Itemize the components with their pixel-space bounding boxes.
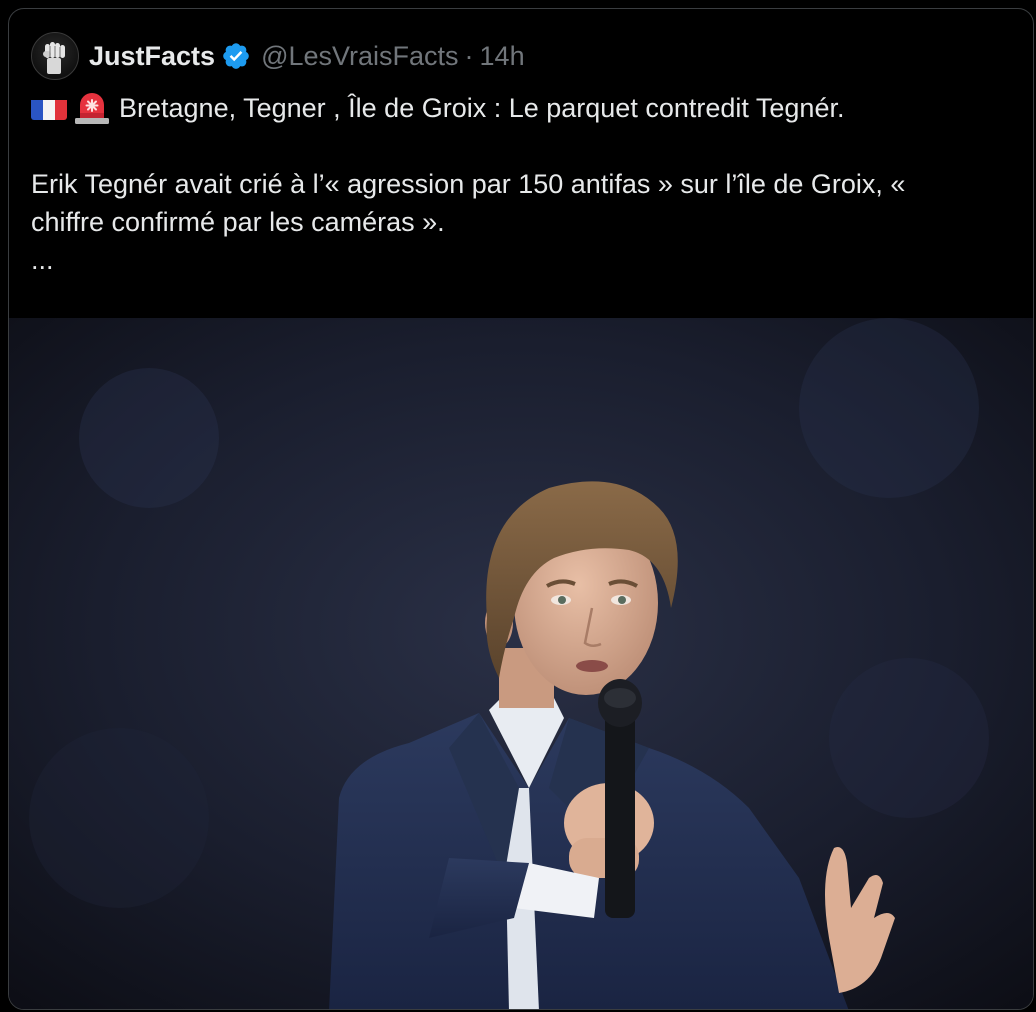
separator-dot: · [464, 40, 474, 71]
speaker-photo [9, 318, 1033, 1009]
avatar[interactable] [31, 32, 79, 80]
tweet-text-line-2: Erik Tegnér avait crié à l’« agression p… [31, 169, 906, 199]
tweet-text-line-1: Bretagne, Tegner , Île de Groix : Le par… [31, 89, 1021, 127]
display-name[interactable]: JustFacts [89, 41, 215, 72]
raised-fist-icon [43, 42, 65, 74]
tweet-text-headline: Bretagne, Tegner , Île de Groix : Le par… [119, 93, 845, 123]
tweet-text: Bretagne, Tegner , Île de Groix : Le par… [31, 89, 1021, 279]
timestamp[interactable]: 14h [480, 41, 525, 72]
tweet-header: JustFacts @LesVraisFacts · 14h [31, 31, 525, 81]
author-handle[interactable]: @LesVraisFacts [261, 41, 458, 72]
tweet-photo[interactable] [9, 318, 1033, 1009]
tweet-text-ellipsis[interactable]: ... [31, 241, 1021, 279]
tweet-card[interactable]: JustFacts @LesVraisFacts · 14h Bretagne,… [8, 8, 1034, 1010]
tweet-text-line-3: chiffre confirmé par les caméras ». [31, 207, 445, 237]
french-flag-icon [31, 96, 67, 120]
rotating-light-icon [73, 91, 111, 125]
verified-badge-icon [221, 41, 251, 71]
